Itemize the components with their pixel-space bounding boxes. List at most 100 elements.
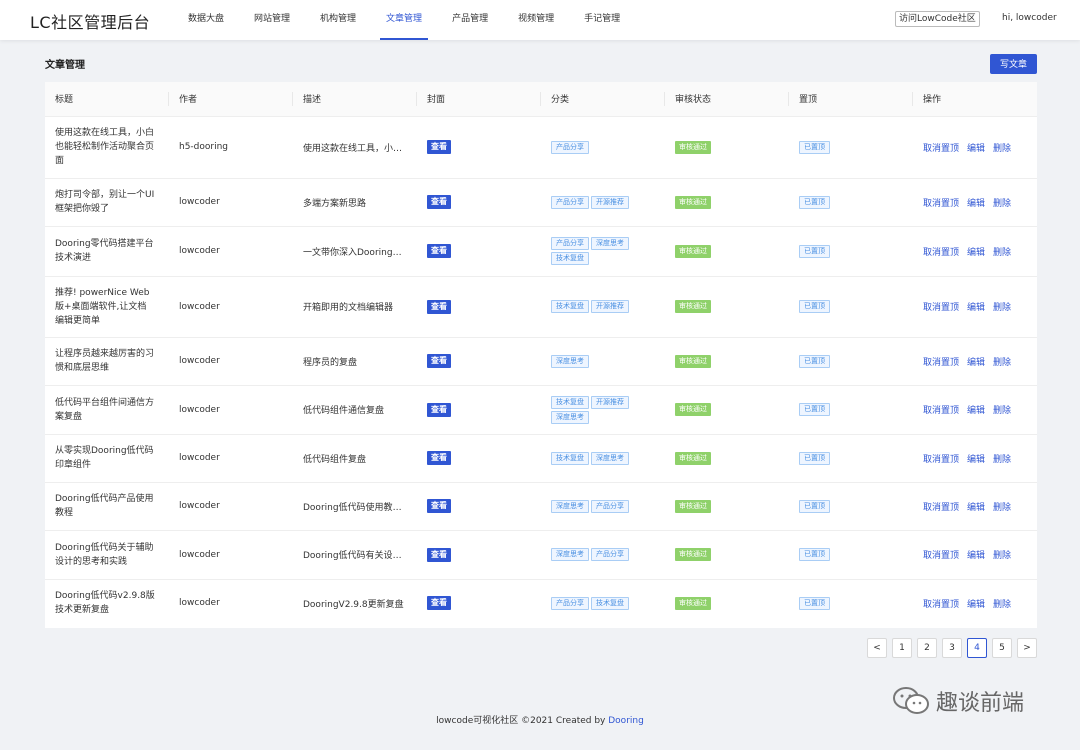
pin-cell: 已置顶 [789, 225, 913, 276]
table-header-row: 标题 作者 描述 封面 分类 审核状态 置顶 操作 [45, 82, 1037, 116]
status-badge: 审核通过 [675, 244, 711, 258]
column-header: 标题 [45, 82, 169, 116]
article-title: 让程序员越来越厉害的习惯和底层思维 [45, 336, 169, 385]
nav-item-2[interactable]: 机构管理 [314, 0, 362, 40]
article-desc: 多端方案新思路 [293, 177, 417, 226]
unpin-button[interactable]: 取消置顶 [923, 600, 959, 610]
delete-button[interactable]: 删除 [993, 303, 1011, 313]
view-cover-button[interactable]: 查看 [427, 354, 451, 368]
delete-button[interactable]: 删除 [993, 551, 1011, 561]
view-cover-button[interactable]: 查看 [427, 547, 451, 562]
delete-button[interactable]: 删除 [993, 358, 1011, 368]
page-button[interactable]: 5 [992, 638, 1012, 658]
edit-button[interactable]: 编辑 [967, 455, 985, 465]
status-badge: 审核通过 [675, 596, 711, 610]
view-cover-button[interactable]: 查看 [427, 499, 451, 513]
view-cover-button[interactable]: 查看 [427, 244, 451, 258]
delete-button[interactable]: 删除 [993, 144, 1011, 154]
unpin-button[interactable]: 取消置顶 [923, 358, 959, 368]
status-badge: 审核通过 [675, 499, 711, 513]
delete-button[interactable]: 删除 [993, 600, 1011, 610]
watermark: 趣谈前端 [892, 681, 1024, 721]
pin-cell: 已置顶 [789, 578, 913, 627]
edit-button[interactable]: 编辑 [967, 503, 985, 513]
edit-button[interactable]: 编辑 [967, 199, 985, 209]
category-tag: 产品分享 [591, 548, 629, 561]
column-header-label: 标题 [55, 95, 74, 106]
category-tag: 产品分享 [551, 140, 589, 154]
view-cover-button[interactable]: 查看 [427, 140, 451, 154]
nav-item-1[interactable]: 网站管理 [248, 0, 296, 40]
category-tag: 技术复盘 [591, 596, 629, 610]
category-tag: 深度思考 [591, 237, 629, 250]
nav-item-5[interactable]: 视频管理 [512, 0, 560, 40]
category-tag: 产品分享 [551, 596, 589, 610]
page-button[interactable]: 4 [967, 638, 987, 658]
view-cover-button[interactable]: 查看 [427, 451, 451, 465]
page-button[interactable]: 1 [892, 638, 912, 658]
view-cover-button[interactable]: 查看 [427, 596, 451, 611]
unpin-button[interactable]: 取消置顶 [923, 551, 959, 561]
view-cover-button[interactable]: 查看 [427, 299, 451, 314]
category-tag: 深度思考 [591, 451, 629, 465]
unpin-button[interactable]: 取消置顶 [923, 503, 959, 513]
unpin-button[interactable]: 取消置顶 [923, 455, 959, 465]
category-tag: 产品分享 [551, 237, 589, 250]
view-cover-button[interactable]: 查看 [427, 402, 451, 417]
table-row: Dooring低代码产品使用教程 lowcoder Dooring低代码使用教程..… [45, 481, 1037, 530]
delete-button[interactable]: 删除 [993, 199, 1011, 209]
article-author: lowcoder [169, 336, 293, 385]
page-button[interactable]: 2 [917, 638, 937, 658]
edit-button[interactable]: 编辑 [967, 144, 985, 154]
category-tag: 深度思考 [551, 410, 589, 424]
column-header: 置顶 [789, 82, 913, 116]
nav-item-4[interactable]: 产品管理 [446, 0, 494, 40]
edit-button[interactable]: 编辑 [967, 551, 985, 561]
cover-cell: 查看 [417, 529, 541, 579]
nav-item-6[interactable]: 手记管理 [578, 0, 626, 40]
article-desc: Dooring低代码使用教程... [293, 481, 417, 530]
edit-button[interactable]: 编辑 [967, 600, 985, 610]
status-badge: 审核通过 [675, 354, 711, 368]
cover-cell: 查看 [417, 225, 541, 276]
edit-button[interactable]: 编辑 [967, 406, 985, 416]
delete-button[interactable]: 删除 [993, 455, 1011, 465]
delete-button[interactable]: 删除 [993, 503, 1011, 513]
footer-dooring-link[interactable]: Dooring [608, 716, 644, 726]
actions-cell: 取消置顶 编辑 删除 [913, 384, 1037, 434]
actions-cell: 取消置顶 编辑 删除 [913, 529, 1037, 579]
delete-button[interactable]: 删除 [993, 248, 1011, 258]
edit-button[interactable]: 编辑 [967, 358, 985, 368]
edit-button[interactable]: 编辑 [967, 248, 985, 258]
category-cell: 深度思考 产品分享 [541, 529, 665, 579]
unpin-button[interactable]: 取消置顶 [923, 303, 959, 313]
actions-cell: 取消置顶 编辑 删除 [913, 481, 1037, 530]
pinned-badge: 已置顶 [799, 499, 830, 513]
cover-cell: 查看 [417, 275, 541, 337]
next-page-button[interactable]: > [1017, 638, 1037, 658]
unpin-button[interactable]: 取消置顶 [923, 144, 959, 154]
write-article-button[interactable]: 写文章 [990, 54, 1037, 74]
visit-community-button[interactable]: 访问LowCode社区 [895, 11, 980, 27]
pin-cell: 已置顶 [789, 275, 913, 337]
category-cell: 产品分享 技术复盘 [541, 578, 665, 627]
nav-item-0[interactable]: 数据大盘 [182, 0, 230, 40]
pinned-badge: 已置顶 [799, 140, 830, 154]
article-desc: 低代码组件复盘 [293, 433, 417, 482]
unpin-button[interactable]: 取消置顶 [923, 248, 959, 258]
prev-page-button[interactable]: < [867, 638, 887, 658]
nav-item-3[interactable]: 文章管理 [380, 0, 429, 40]
app-logo-title[interactable]: LC社区管理后台 [30, 9, 150, 33]
actions-cell: 取消置顶 编辑 删除 [913, 275, 1037, 337]
unpin-button[interactable]: 取消置顶 [923, 406, 959, 416]
page-button[interactable]: 3 [942, 638, 962, 658]
unpin-button[interactable]: 取消置顶 [923, 199, 959, 209]
category-cell: 技术复盘 开源推荐深度思考 [541, 384, 665, 434]
user-greeting[interactable]: hi, lowcoder [1002, 13, 1057, 23]
view-cover-button[interactable]: 查看 [427, 195, 451, 209]
status-badge: 审核通过 [675, 140, 711, 154]
table-row: 推荐! powerNice Web版+桌面端软件,让文档编辑更简单 lowcode… [45, 275, 1037, 337]
delete-button[interactable]: 删除 [993, 406, 1011, 416]
status-cell: 审核通过 [665, 529, 789, 579]
edit-button[interactable]: 编辑 [967, 303, 985, 313]
